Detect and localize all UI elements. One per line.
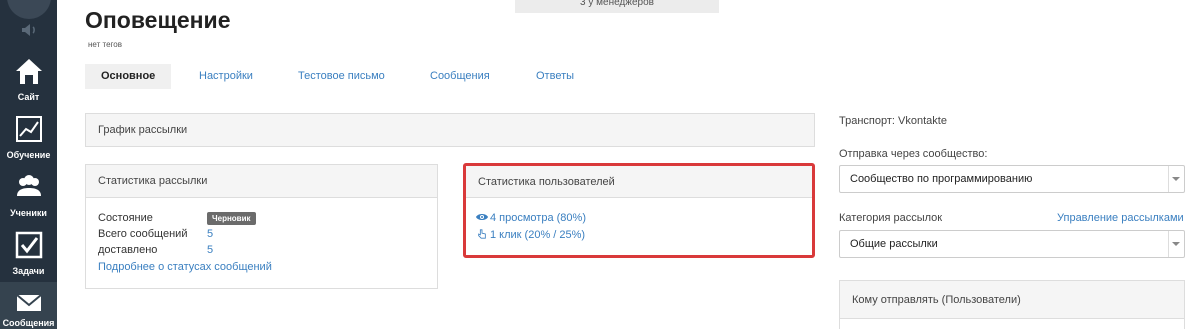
tab-test-email[interactable]: Тестовое письмо bbox=[282, 64, 401, 89]
transport-label: Транспорт: Vkontakte bbox=[839, 115, 947, 127]
category-label: Категория рассылок bbox=[839, 212, 943, 224]
category-select-toggle[interactable] bbox=[1168, 231, 1184, 257]
clicks-text: 1 клик (20% / 25%) bbox=[490, 229, 586, 241]
sidebar-top bbox=[0, 0, 57, 48]
status-badge: Черновик bbox=[207, 212, 256, 225]
total-messages-label: Всего сообщений bbox=[98, 228, 188, 240]
views-link[interactable]: 4 просмотра (80%) bbox=[476, 212, 586, 224]
sidebar-item-tasks[interactable]: Задачи bbox=[0, 224, 57, 282]
sidebar: Сайт Обучение Ученики Задачи Сообщения bbox=[0, 0, 57, 329]
sidebar-item-label: Сайт bbox=[17, 92, 40, 102]
sidebar-item-label: Задачи bbox=[12, 266, 45, 276]
sidebar-item-site[interactable]: Сайт bbox=[0, 50, 57, 108]
users-icon bbox=[17, 175, 41, 196]
community-select-toggle[interactable] bbox=[1168, 166, 1184, 192]
community-select[interactable]: Сообщество по программированию bbox=[839, 165, 1185, 193]
clicks-link[interactable]: 1 клик (20% / 25%) bbox=[476, 229, 585, 241]
sidebar-item-label: Обучение bbox=[6, 150, 51, 160]
tab-settings[interactable]: Настройки bbox=[183, 64, 269, 89]
eye-icon bbox=[476, 214, 488, 220]
avatar[interactable] bbox=[7, 0, 51, 19]
schedule-panel: График рассылки bbox=[85, 113, 815, 147]
total-messages-value[interactable]: 5 bbox=[207, 228, 213, 240]
user-stats-title: Статистика пользователей bbox=[466, 166, 812, 198]
sidebar-item-label: Сообщения bbox=[2, 318, 55, 328]
sidebar-item-students[interactable]: Ученики bbox=[0, 166, 57, 224]
delivered-value[interactable]: 5 bbox=[207, 244, 213, 256]
mailing-stats-panel: Статистика рассылки Состояние Черновик В… bbox=[85, 164, 438, 289]
pointer-hand-icon bbox=[478, 229, 486, 239]
views-text: 4 просмотра (80%) bbox=[490, 212, 586, 224]
tab-messages[interactable]: Сообщения bbox=[414, 64, 506, 89]
community-label: Отправка через сообщество: bbox=[839, 148, 988, 160]
tab-replies[interactable]: Ответы bbox=[520, 64, 590, 89]
mailing-stats-title: Статистика рассылки bbox=[86, 165, 437, 198]
home-icon bbox=[16, 59, 42, 84]
envelope-icon bbox=[16, 294, 42, 311]
chevron-down-icon bbox=[1172, 242, 1180, 246]
sidebar-item-learning[interactable]: Обучение bbox=[0, 108, 57, 166]
managers-banner[interactable]: 3 у менеджеров bbox=[515, 0, 719, 13]
sidebar-item-messages[interactable]: Сообщения bbox=[0, 282, 57, 329]
tags-label: нет тегов bbox=[88, 40, 122, 49]
recipients-title: Кому отправлять (Пользователи) bbox=[840, 281, 1184, 319]
schedule-panel-title[interactable]: График рассылки bbox=[86, 114, 814, 146]
recipients-panel: Кому отправлять (Пользователи) bbox=[839, 280, 1185, 329]
sidebar-item-label: Ученики bbox=[10, 208, 47, 218]
message-status-details-link[interactable]: Подробнее о статусах сообщений bbox=[98, 261, 272, 273]
category-select-value: Общие рассылки bbox=[850, 238, 938, 250]
category-select[interactable]: Общие рассылки bbox=[839, 230, 1185, 258]
chart-icon bbox=[16, 116, 42, 142]
status-label: Состояние bbox=[98, 212, 153, 224]
page-title: Оповещение bbox=[85, 7, 231, 33]
tab-main[interactable]: Основное bbox=[85, 64, 172, 89]
community-select-value: Сообщество по программированию bbox=[850, 173, 1033, 185]
delivered-label: доставлено bbox=[98, 244, 158, 256]
checkbox-icon bbox=[15, 231, 43, 259]
megaphone-icon[interactable] bbox=[19, 22, 39, 38]
chevron-down-icon bbox=[1172, 177, 1180, 181]
manage-mailings-link[interactable]: Управление рассылками bbox=[1057, 212, 1184, 224]
user-stats-panel: Статистика пользователей 4 просмотра (80… bbox=[463, 163, 815, 258]
